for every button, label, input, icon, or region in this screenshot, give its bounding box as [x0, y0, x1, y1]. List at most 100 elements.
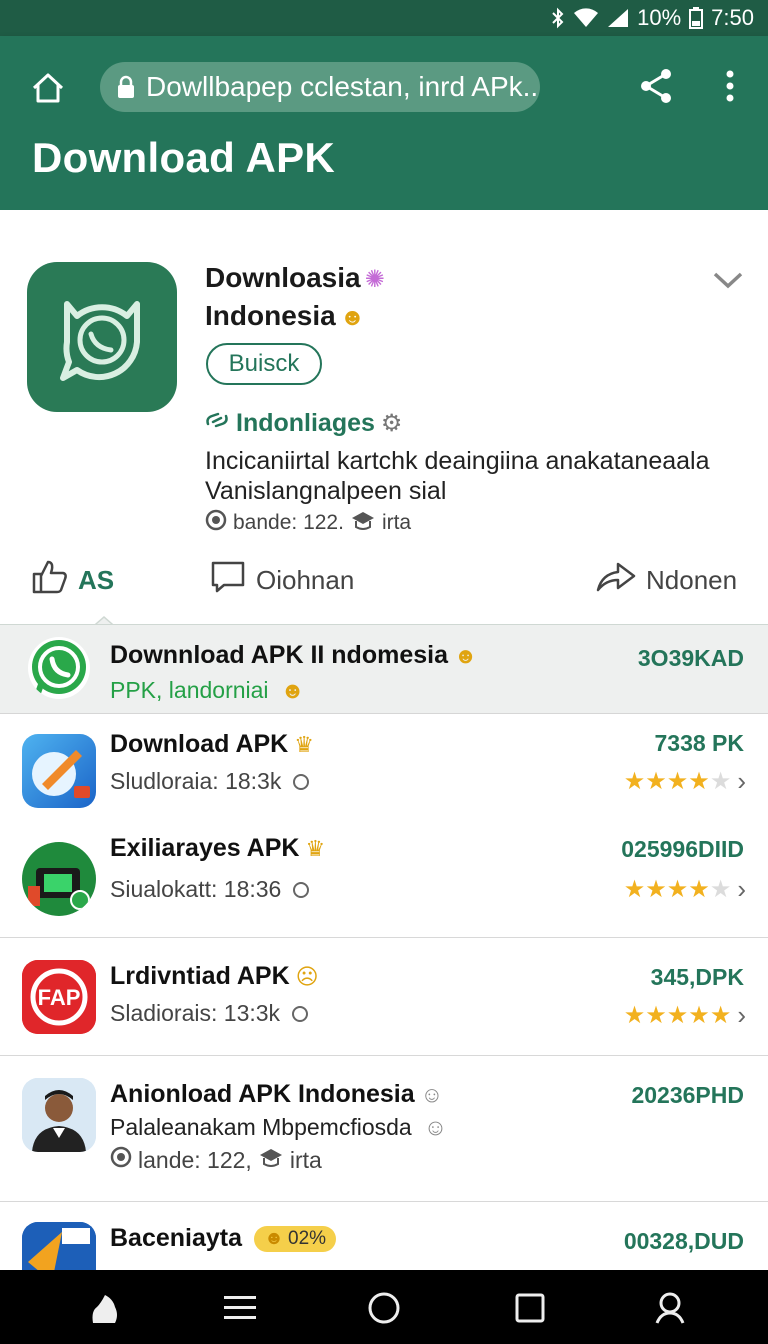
list-item-subtitle: Siualokatt: 18:36 [110, 876, 310, 903]
app-bar: Dowllbapep cclestan, inrd APk.. Download… [0, 36, 768, 210]
chevron-right-icon[interactable]: › [737, 1000, 746, 1031]
thumbs-up-icon [32, 560, 68, 601]
list-item-meta-suffix: irta [289, 1146, 322, 1173]
home-icon[interactable] [28, 68, 68, 108]
list-item-size: 3O39KAD [637, 645, 744, 671]
list-item-subtitle: Palaleanakam Mbpemcfiosda ☺ [110, 1114, 447, 1141]
search-icon[interactable] [650, 1288, 690, 1328]
battery-percent: 10% [637, 5, 682, 30]
star-empty-icon: ★ [709, 768, 732, 795]
rating-stars: ★ ★ ★ ★ ★ › [624, 874, 746, 905]
status-bar: 10% 7:50 [0, 0, 768, 36]
chevron-right-icon[interactable]: › [737, 766, 746, 797]
star-icon: ★ [688, 1002, 710, 1029]
comment-button[interactable]: Oiohnan [210, 560, 354, 601]
star-icon: ★ [623, 768, 646, 795]
like-label: AS [78, 565, 115, 595]
app-icon: FAP [22, 960, 96, 1034]
share-icon[interactable] [636, 66, 676, 106]
crown-icon: ♛ [305, 836, 326, 861]
gear-badge-icon: ✺ [364, 266, 385, 293]
list-item[interactable]: Anionload APK Indonesia ☺ Palaleanakam Mb… [0, 1056, 768, 1202]
star-icon: ★ [645, 768, 667, 795]
chevron-right-icon[interactable]: › [737, 874, 746, 905]
badge-icon: ⚙ [380, 410, 403, 437]
emoji-icon: ☻ [454, 643, 478, 668]
list-item[interactable]: Downnload APK II ndomesia ☻ PPK, landorni… [0, 624, 768, 714]
badge-pill: ☻ 02% [254, 1225, 337, 1252]
system-nav-bar [0, 1270, 768, 1344]
battery-icon [689, 7, 704, 29]
list-item[interactable]: Download APK ♛ Sludloraia: 18:3k 7338 PK … [0, 714, 768, 824]
recents-icon[interactable] [510, 1288, 550, 1328]
signal-icon [607, 8, 629, 28]
star-half-icon: ★ [688, 876, 710, 903]
bluetooth-icon [551, 7, 565, 29]
share-button[interactable]: Ndonen [596, 560, 737, 601]
list-item-subtitle: Sludloraia: 18:3k [110, 768, 310, 795]
page-title: Download APK [32, 134, 336, 181]
home-circle-icon[interactable] [364, 1288, 404, 1328]
list-item-title: Downnload APK II ndomesia ☻ [110, 641, 477, 670]
featured-app-icon [27, 262, 177, 412]
wifi-icon [573, 8, 599, 28]
more-options-icon[interactable] [712, 66, 748, 106]
location-pin-icon [292, 1005, 309, 1022]
list-item-subtitle-text: PPK, landorniai [110, 677, 269, 703]
emoji-icon: ☺ [423, 1114, 448, 1140]
list-item-subtitle-text: Siualokatt: 18:36 [110, 876, 282, 902]
featured-meta: bande: 122. irta [205, 509, 411, 537]
star-icon: ★ [666, 876, 689, 903]
list-item-subtitle-text: Palaleanakam Mbpemcfiosda [110, 1114, 412, 1140]
featured-name-line1: Downloasia [205, 262, 361, 293]
emoji-icon: ☻ [280, 677, 305, 703]
app-icon [22, 1222, 96, 1272]
list-item-title-text: Downnload APK II ndomesia [110, 641, 448, 669]
featured-meta-suffix: irta [381, 511, 412, 534]
location-pin-icon [293, 773, 310, 790]
star-icon: ★ [666, 768, 689, 795]
share-label: Ndonen [646, 565, 738, 595]
featured-app: Downloasia ✺ Indonesia ☻ Buisck Indonliage… [0, 210, 768, 630]
list-item[interactable]: Baceniayta ☻ 02% 00328,DUD [0, 1202, 768, 1272]
list-item-meta: lande: 122, irta [110, 1146, 322, 1174]
list-item-title-text: Lrdivntiad APK [110, 962, 290, 990]
list-item-meta-text: lande: 122, [138, 1146, 252, 1173]
star-icon: ★ [623, 876, 646, 903]
list-item-title-text: Baceniayta [110, 1224, 243, 1252]
chevron-down-icon[interactable] [708, 264, 748, 296]
badge-text: 02% [288, 1227, 327, 1249]
star-half-icon: ★ [709, 1002, 732, 1029]
app-icon [22, 842, 96, 916]
share-arrow-icon [596, 560, 636, 601]
link-icon [204, 408, 230, 439]
list-item-title: Anionload APK Indonesia ☺ [110, 1080, 443, 1109]
location-pin-icon [293, 881, 310, 898]
list-item[interactable]: Exiliarayes APK ♛ Siualokatt: 18:36 02599… [0, 824, 768, 938]
svg-text:FAP: FAP [38, 985, 81, 1010]
list-item-title: Lrdivntiad APK ☹ [110, 962, 319, 991]
list-item[interactable]: FAP Lrdivntiad APK ☹ Sladiorais: 13:3k 34… [0, 938, 768, 1056]
install-button[interactable]: Buisck [206, 343, 322, 385]
app-list: Downnload APK II ndomesia ☻ PPK, landorni… [0, 624, 768, 1272]
emoji-icon: ☻ [339, 304, 365, 331]
like-button[interactable]: AS [32, 560, 114, 601]
featured-name-line2: Indonesia [205, 300, 336, 331]
list-item-title-text: Anionload APK Indonesia [110, 1080, 415, 1108]
list-item-subtitle: Sladiorais: 13:3k [110, 1000, 309, 1027]
list-item-title-text: Download APK [110, 730, 289, 758]
featured-meta-text: bande: 122. [233, 511, 344, 534]
target-icon [205, 509, 227, 537]
featured-description: Incicaniirtal kartchk deaingiina anakata… [205, 447, 710, 505]
cap-icon [258, 1146, 284, 1174]
menu-icon[interactable] [220, 1288, 260, 1328]
featured-tag[interactable]: Indonliages ⚙ [204, 408, 402, 439]
url-bar[interactable]: Dowllbapep cclestan, inrd APk.. [100, 62, 540, 112]
emoji-icon: ☹ [295, 964, 319, 989]
list-item-title: Exiliarayes APK ♛ [110, 834, 325, 863]
whatsapp-icon [28, 637, 90, 699]
rating-stars: ★ ★ ★ ★ ★ › [624, 766, 746, 797]
back-icon[interactable] [84, 1288, 124, 1328]
comment-icon [210, 560, 246, 601]
rating-stars: ★ ★ ★ ★ ★ › [624, 1000, 746, 1031]
